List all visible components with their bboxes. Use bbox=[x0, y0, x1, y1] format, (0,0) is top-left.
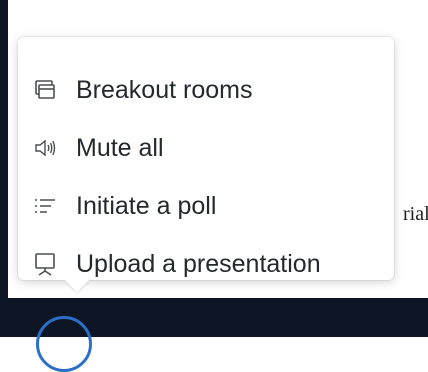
menu-item-label: Initiate a poll bbox=[76, 191, 217, 220]
background-text: rial bbox=[403, 203, 428, 225]
presentation-icon bbox=[34, 252, 66, 276]
speaker-icon bbox=[34, 136, 66, 160]
menu-item-label: Upload a presentation bbox=[76, 249, 321, 278]
menu-item-initiate-poll[interactable]: Initiate a poll bbox=[18, 177, 394, 235]
menu-item-breakout-rooms[interactable]: Breakout rooms bbox=[18, 61, 394, 119]
menu-item-label: Mute all bbox=[76, 133, 164, 162]
breakout-rooms-icon bbox=[34, 78, 66, 102]
menu-item-mute-all[interactable]: Mute all bbox=[18, 119, 394, 177]
actions-menu: Breakout rooms Mute all Initiate a poll bbox=[18, 37, 394, 280]
menu-item-label: Breakout rooms bbox=[76, 75, 253, 104]
menu-item-upload-presentation[interactable]: Upload a presentation bbox=[18, 235, 394, 293]
dark-left-edge bbox=[0, 0, 8, 337]
list-icon bbox=[34, 194, 66, 218]
action-button-ring[interactable] bbox=[36, 316, 92, 372]
